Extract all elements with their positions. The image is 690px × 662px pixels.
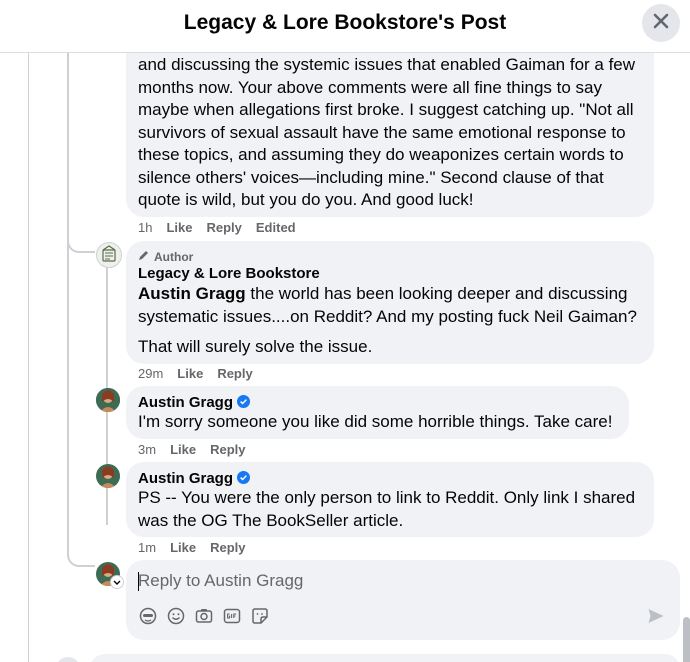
avatar-sticker-icon bbox=[139, 607, 157, 625]
comment-text: and discussing the systemic issues that … bbox=[138, 55, 636, 209]
gif-icon bbox=[223, 608, 241, 624]
connector bbox=[67, 493, 95, 567]
like-button[interactable]: Like bbox=[170, 442, 196, 457]
thread-line-outer bbox=[28, 53, 29, 662]
reply-button[interactable]: Reply bbox=[206, 220, 241, 235]
emoji-button[interactable] bbox=[166, 606, 186, 626]
author-badge-label: Author bbox=[154, 249, 194, 264]
comment-bubble: Austin Gragg PS -- You were the only per… bbox=[126, 462, 654, 537]
comment-text: Austin Gragg the world has been looking … bbox=[138, 283, 646, 328]
reply-composer bbox=[126, 560, 680, 640]
comment-text: PS -- You were the only person to link t… bbox=[138, 488, 636, 530]
edited-label[interactable]: Edited bbox=[256, 220, 296, 235]
next-comment-avatar bbox=[56, 657, 80, 662]
dialog-title: Legacy & Lore Bookstore's Post bbox=[183, 11, 507, 34]
photo-button[interactable] bbox=[194, 606, 214, 626]
gif-button[interactable] bbox=[222, 606, 242, 626]
sticker-icon bbox=[252, 608, 268, 624]
like-button[interactable]: Like bbox=[177, 366, 203, 381]
comment-bubble: Author Legacy & Lore Bookstore Austin Gr… bbox=[126, 241, 654, 364]
next-comment-bubble bbox=[90, 654, 680, 662]
send-icon bbox=[648, 609, 664, 623]
avatar-sticker-button[interactable] bbox=[138, 606, 158, 626]
comment-bubble: Austin Gragg I'm sorry someone you like … bbox=[126, 386, 629, 439]
comment-text: I'm sorry someone you like did some horr… bbox=[138, 412, 613, 431]
comment-actions: 3m Like Reply bbox=[138, 442, 259, 457]
mention[interactable]: Austin Gragg bbox=[138, 284, 246, 303]
camera-icon bbox=[195, 609, 213, 623]
send-button[interactable] bbox=[646, 606, 666, 626]
author-badge: Author bbox=[138, 249, 193, 264]
avatar[interactable] bbox=[96, 242, 122, 268]
comment-author[interactable]: Legacy & Lore Bookstore bbox=[138, 265, 320, 282]
comments-thread: and discussing the systemic issues that … bbox=[0, 53, 690, 662]
reply-button[interactable]: Reply bbox=[210, 442, 245, 457]
avatar-menu-chevron-icon[interactable] bbox=[110, 575, 124, 589]
reply-button[interactable]: Reply bbox=[217, 366, 252, 381]
thread-line-inner bbox=[67, 53, 69, 513]
comment-time[interactable]: 1m bbox=[138, 540, 156, 555]
emoji-icon bbox=[167, 607, 185, 625]
pencil-icon bbox=[138, 249, 150, 264]
connector bbox=[67, 203, 95, 253]
comment-time[interactable]: 3m bbox=[138, 442, 156, 457]
like-button[interactable]: Like bbox=[170, 540, 196, 555]
close-icon bbox=[653, 13, 669, 34]
comment-author[interactable]: Austin Gragg bbox=[138, 394, 233, 411]
dialog-header: Legacy & Lore Bookstore's Post bbox=[0, 0, 690, 53]
close-button[interactable] bbox=[642, 4, 680, 42]
comment-time[interactable]: 29m bbox=[138, 366, 163, 381]
comment-author[interactable]: Austin Gragg bbox=[138, 470, 233, 487]
comment-actions: 29m Like Reply bbox=[138, 366, 267, 381]
reply-input[interactable] bbox=[138, 570, 638, 592]
comment-text-2: That will surely solve the issue. bbox=[138, 337, 373, 356]
scrollbar[interactable] bbox=[683, 617, 690, 662]
comment-bubble: and discussing the systemic issues that … bbox=[126, 53, 654, 217]
comment-actions: 1m Like Reply bbox=[138, 540, 259, 555]
user-avatar-icon bbox=[96, 464, 120, 488]
text-caret bbox=[138, 572, 139, 591]
user-avatar-icon bbox=[96, 388, 120, 412]
like-button[interactable]: Like bbox=[166, 220, 192, 235]
sticker-button[interactable] bbox=[250, 606, 270, 626]
comment-actions: 1h Like Reply Edited bbox=[138, 220, 310, 235]
bookstore-logo-icon bbox=[102, 245, 116, 262]
reply-button[interactable]: Reply bbox=[210, 540, 245, 555]
avatar[interactable] bbox=[96, 388, 120, 412]
avatar[interactable] bbox=[96, 464, 120, 488]
comment-time[interactable]: 1h bbox=[138, 220, 152, 235]
